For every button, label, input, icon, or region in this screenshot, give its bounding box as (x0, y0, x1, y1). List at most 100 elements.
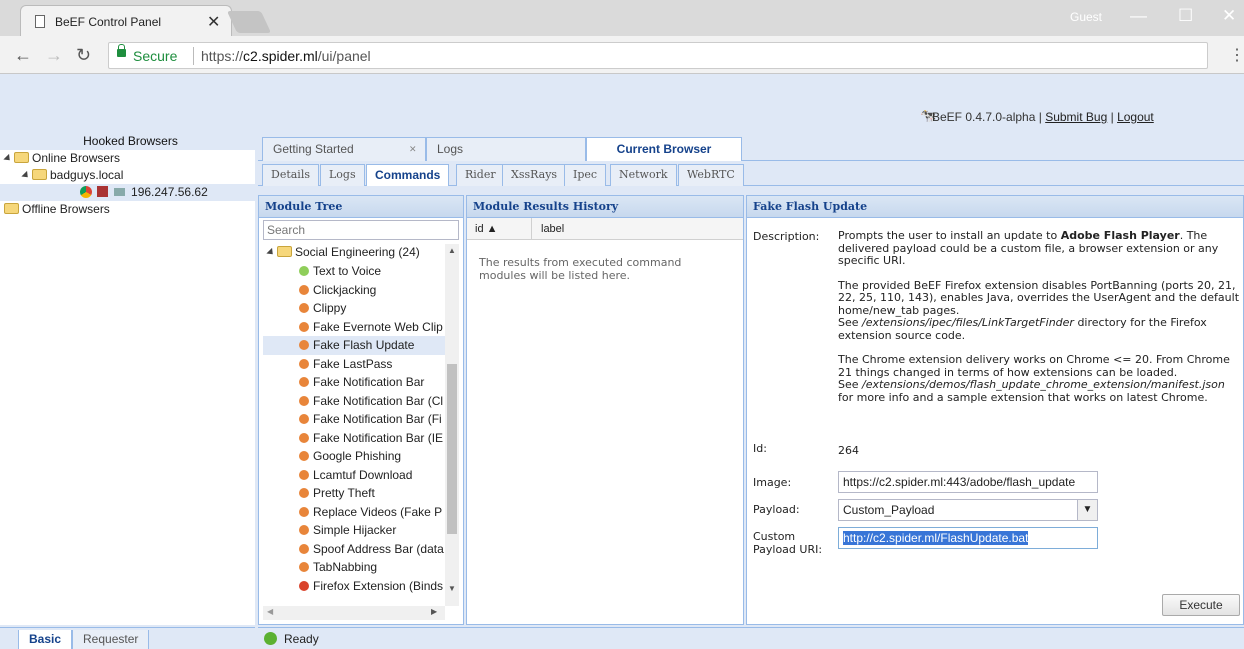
module-item[interactable]: Clickjacking (263, 281, 445, 300)
secure-label: Secure (133, 48, 178, 64)
module-status-icon (299, 284, 309, 295)
module-item[interactable]: Fake Evernote Web Clip (263, 318, 445, 337)
chrome-icon (80, 186, 92, 198)
module-tree-panel: Module Tree Search Social Engineering (2… (258, 195, 464, 625)
submit-bug-link[interactable]: Submit Bug (1045, 110, 1107, 124)
minimize-icon[interactable]: — (1130, 6, 1147, 26)
image-input[interactable]: https://c2.spider.ml:443/adobe/flash_upd… (838, 471, 1098, 493)
module-status-icon (299, 580, 309, 591)
results-column-header: id ▲ label (467, 218, 743, 240)
reload-icon[interactable]: ↻ (76, 45, 91, 66)
expand-icon[interactable] (21, 170, 31, 181)
horizontal-scrollbar[interactable]: ◀ ▶ (263, 606, 445, 620)
module-item[interactable]: Fake LastPass (263, 355, 445, 374)
tab-requester[interactable]: Requester (72, 630, 150, 649)
menu-icon[interactable]: ⋮ (1229, 45, 1244, 65)
description-label: Description: (753, 230, 820, 243)
payload-label: Payload: (753, 503, 800, 516)
module-item[interactable]: Clippy (263, 299, 445, 318)
module-label: TabNabbing (313, 560, 378, 574)
col-id[interactable]: id ▲ (475, 223, 498, 235)
domain-node[interactable]: badguys.local (0, 167, 255, 184)
expand-icon[interactable] (3, 153, 13, 164)
scroll-left-icon[interactable]: ◀ (267, 607, 273, 616)
module-status-icon (299, 432, 309, 443)
tab-webrtc[interactable]: WebRTC (678, 164, 744, 186)
module-label: Lcamtuf Download (313, 467, 413, 482)
module-status-icon (299, 414, 309, 424)
online-browsers-node[interactable]: Online Browsers (0, 150, 255, 167)
module-list: Social Engineering (24) Text to Voice Cli… (263, 244, 445, 606)
bottom-tabs: Basic Requester (0, 627, 255, 649)
category-social-engineering[interactable]: Social Engineering (24) (263, 244, 445, 262)
module-item[interactable]: Fake Notification Bar (Fi (263, 410, 445, 429)
tab-current-browser[interactable]: Current Browser (586, 137, 742, 161)
col-label[interactable]: label (541, 223, 564, 235)
close-window-icon[interactable]: ✕ (1222, 6, 1236, 26)
col-divider (531, 218, 532, 240)
forward-icon[interactable]: → (45, 45, 63, 66)
module-item[interactable]: TabNabbing (263, 558, 445, 577)
module-label: Fake Notification Bar (Cl (313, 393, 444, 408)
tab-logs-sub[interactable]: Logs (320, 164, 365, 186)
device-icon (113, 188, 125, 196)
tab-basic[interactable]: Basic (18, 630, 73, 649)
payload-select[interactable]: Custom_Payload ▼ (838, 499, 1098, 521)
module-item[interactable]: Fake Notification Bar (263, 373, 445, 392)
scroll-thumb[interactable] (447, 364, 457, 534)
logout-link[interactable]: Logout (1117, 110, 1154, 124)
folder-icon (4, 203, 19, 214)
module-item[interactable]: Firefox Extension (Binds (263, 577, 445, 596)
id-label: Id: (753, 442, 767, 455)
tab-close-icon[interactable]: ✕ (207, 12, 220, 32)
module-tree-title: Module Tree (259, 196, 463, 218)
tab-xssrays[interactable]: XssRays (502, 164, 567, 186)
custom-payload-input[interactable]: http://c2.spider.ml/FlashUpdate.bat (838, 527, 1098, 549)
execute-button[interactable]: Execute (1162, 594, 1240, 616)
module-item[interactable]: Google Phishing (263, 447, 445, 466)
module-label: Fake Notification Bar (IE (313, 430, 444, 445)
module-status-icon (299, 377, 309, 387)
scroll-up-icon[interactable]: ▲ (448, 246, 456, 255)
module-item[interactable]: Fake Notification Bar (Cl (263, 392, 445, 411)
chevron-down-icon[interactable]: ▼ (1077, 500, 1097, 520)
offline-browsers-node[interactable]: Offline Browsers (0, 201, 255, 218)
tab-commands[interactable]: Commands (366, 164, 450, 186)
results-title: Module Results History (467, 196, 743, 218)
module-status-icon (299, 488, 309, 498)
search-input[interactable]: Search (263, 220, 459, 240)
profile-label[interactable]: Guest (1070, 10, 1102, 24)
address-bar[interactable]: Secure https://c2.spider.ml/ui/panel (108, 42, 1208, 69)
tab-getting-started[interactable]: Getting Started ✕ (262, 137, 426, 161)
scroll-down-icon[interactable]: ▼ (448, 584, 456, 593)
module-item[interactable]: Simple Hijacker (263, 521, 445, 540)
module-scrollbar[interactable]: ▲ ▼ (445, 244, 459, 606)
module-label: Fake Evernote Web Clip (313, 319, 443, 334)
module-status-icon (299, 358, 309, 369)
tab-network[interactable]: Network (610, 164, 677, 186)
module-item[interactable]: Lcamtuf Download (263, 466, 445, 485)
results-panel: Module Results History id ▲ label The re… (466, 195, 744, 625)
url-text: https://c2.spider.ml/ui/panel (201, 48, 371, 64)
module-label: Replace Videos (Fake P (313, 504, 443, 519)
back-icon[interactable]: ← (14, 45, 32, 66)
module-label: Fake LastPass (313, 356, 393, 371)
tab-ipec[interactable]: Ipec (564, 164, 607, 186)
module-item[interactable]: Fake Notification Bar (IE (263, 429, 445, 448)
module-item[interactable]: Text to Voice (263, 262, 445, 281)
module-item[interactable]: Spoof Address Bar (data (263, 540, 445, 559)
close-icon[interactable]: ✕ (409, 138, 417, 160)
hooked-browser-item[interactable]: 196.247.56.62 (0, 184, 255, 201)
maximize-icon[interactable]: ☐ (1178, 6, 1193, 26)
tab-rider[interactable]: Rider (456, 164, 505, 186)
scroll-right-icon[interactable]: ▶ (431, 607, 437, 616)
browser-tab[interactable]: BeEF Control Panel ✕ (20, 5, 232, 36)
module-item[interactable]: Pretty Theft (263, 484, 445, 503)
expand-icon[interactable] (266, 247, 276, 258)
module-item[interactable]: Replace Videos (Fake P (263, 503, 445, 522)
module-label: Fake Notification Bar (313, 375, 425, 389)
tab-details[interactable]: Details (262, 164, 319, 186)
module-item[interactable]: Fake Flash Update (263, 336, 445, 355)
tab-logs[interactable]: Logs (426, 137, 586, 161)
sub-tabs: Details Logs Commands Rider XssRays Ipec… (258, 162, 1244, 186)
